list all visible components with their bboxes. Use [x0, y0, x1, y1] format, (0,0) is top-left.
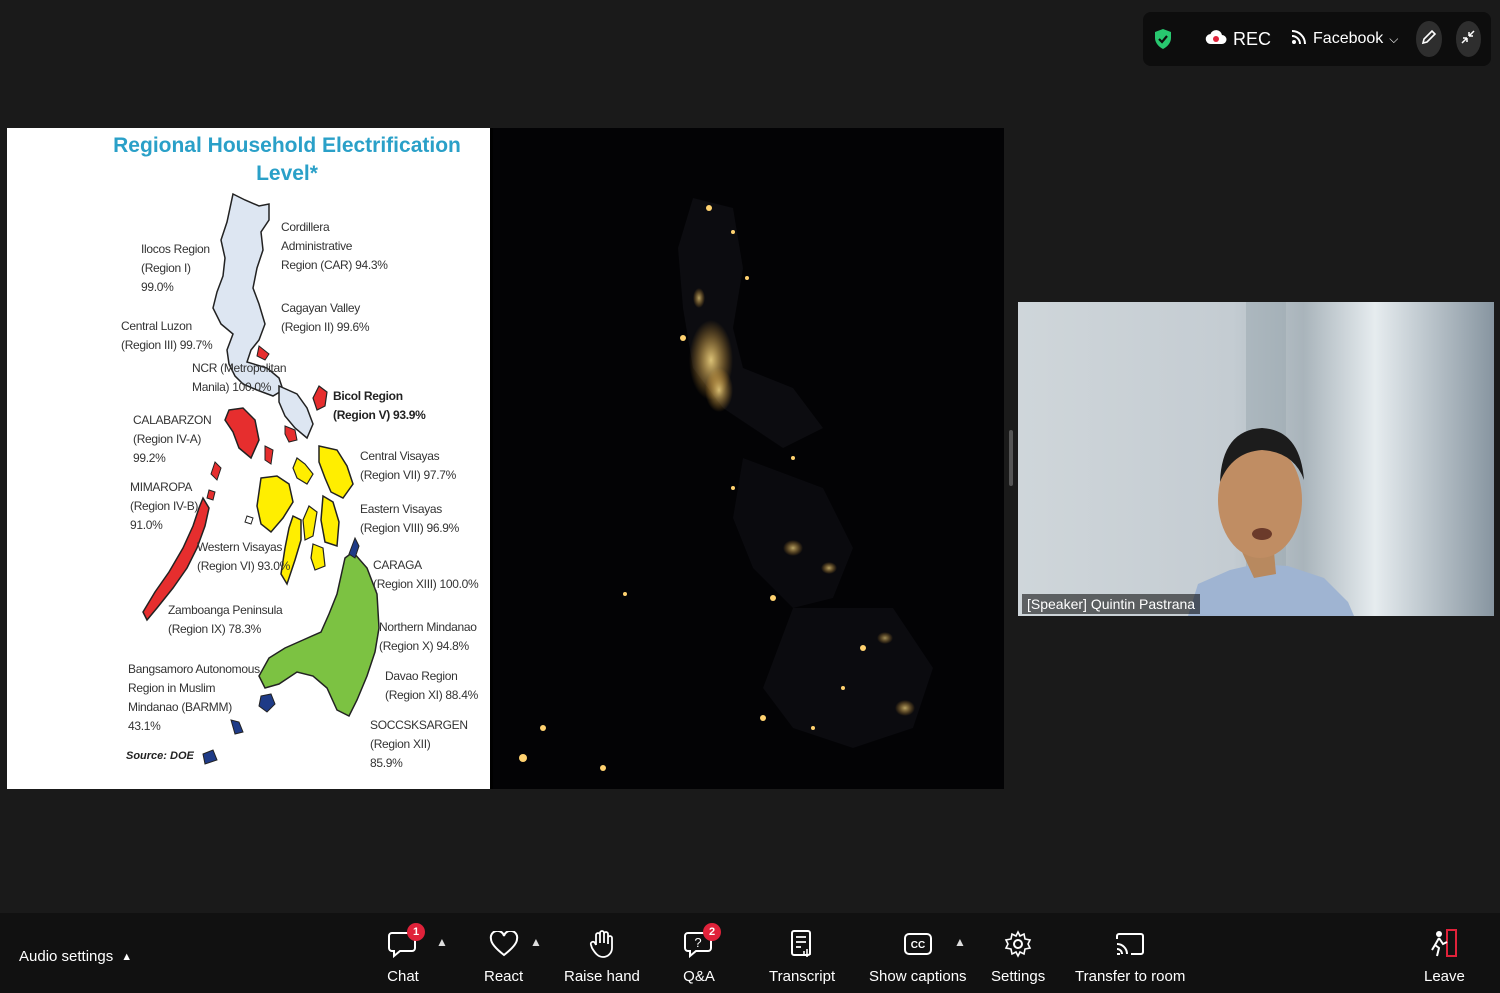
- raise-hand-button[interactable]: Raise hand: [564, 927, 640, 985]
- hand-icon: [584, 927, 620, 961]
- broadcast-icon: [1291, 29, 1307, 50]
- gear-icon: [1000, 927, 1036, 961]
- pen-annotate-icon: [1420, 28, 1438, 51]
- settings-button[interactable]: Settings: [991, 927, 1045, 985]
- night-lights-satellite-image: [493, 128, 1004, 789]
- chat-options-caret[interactable]: ▲: [436, 935, 448, 949]
- collapse-icon: [1460, 29, 1476, 50]
- region-label-western-visayas: Western Visayas (Region VI) 93.0%: [197, 540, 290, 573]
- participant-name-tag: [Speaker] Quintin Pastrana: [1022, 594, 1201, 614]
- captions-label: Show captions: [869, 968, 967, 985]
- captions-icon: CC: [900, 927, 936, 961]
- meeting-toolbar: Audio settings ▲ 1 Chat ▲ React ▲ Raise …: [0, 913, 1500, 993]
- audio-settings-label: Audio settings: [19, 948, 114, 965]
- settings-label: Settings: [991, 968, 1046, 985]
- live-stream-dropdown[interactable]: Facebook ⌵: [1291, 29, 1398, 50]
- region-label-mimaropa: MIMAROPA (Region IV-B) 91.0%: [130, 480, 199, 532]
- speaker-figure: [1188, 302, 1354, 616]
- chat-icon: 1: [385, 923, 425, 961]
- qa-button[interactable]: ? 2 Q&A: [681, 923, 721, 985]
- react-options-caret[interactable]: ▲: [530, 935, 542, 949]
- region-label-cagayan: Cagayan Valley (Region II) 99.6%: [281, 301, 370, 334]
- region-label-soccsksargen: SOCCSKSARGEN (Region XII) 85.9%: [370, 718, 468, 770]
- chat-badge: 1: [407, 923, 425, 941]
- chat-label: Chat: [387, 968, 419, 985]
- region-label-northern-mindanao: Northern Mindanao (Region X) 94.8%: [379, 620, 477, 653]
- transcript-button[interactable]: Transcript: [769, 927, 835, 985]
- heart-icon: [486, 927, 522, 961]
- panel-resize-handle[interactable]: [1009, 430, 1013, 486]
- svg-text:CC: CC: [911, 940, 925, 951]
- region-label-bicol: Bicol Region (Region V) 93.9%: [333, 389, 426, 422]
- exit-door-icon: [1426, 927, 1462, 961]
- chevron-up-icon: ▲: [121, 950, 133, 963]
- transfer-to-room-button[interactable]: Transfer to room: [1075, 927, 1185, 985]
- react-label: React: [484, 968, 524, 985]
- transfer-label: Transfer to room: [1075, 968, 1186, 985]
- region-label-central-visayas: Central Visayas (Region VII) 97.7%: [360, 449, 456, 482]
- transcript-icon: [784, 927, 820, 961]
- audio-settings-button[interactable]: Audio settings ▲: [19, 948, 132, 965]
- recording-label: REC: [1233, 28, 1272, 49]
- region-label-car: Cordillera Administrative Region (CAR) 9…: [281, 220, 388, 272]
- question-icon: ? 2: [681, 923, 721, 961]
- recording-indicator[interactable]: REC: [1205, 29, 1271, 50]
- chat-button[interactable]: 1 Chat: [385, 923, 425, 985]
- cast-icon: [1112, 927, 1148, 961]
- qa-label: Q&A: [683, 968, 715, 985]
- live-stream-label: Facebook: [1313, 30, 1384, 47]
- night-lights-map: [519, 198, 933, 771]
- show-captions-button[interactable]: CC Show captions: [869, 927, 967, 985]
- transcript-label: Transcript: [769, 968, 836, 985]
- region-label-central-luzon: Central Luzon (Region III) 99.7%: [121, 319, 213, 352]
- shared-screen[interactable]: Regional Household Electrification Level…: [7, 128, 1004, 789]
- shield-check-icon[interactable]: [1153, 26, 1173, 52]
- region-label-ilocos: Ilocos Region (Region I) 99.0%: [141, 242, 210, 294]
- react-button[interactable]: React: [484, 927, 523, 985]
- slide-source: Source: DOE: [126, 750, 194, 762]
- annotate-button[interactable]: [1416, 21, 1442, 57]
- svg-text:?: ?: [694, 935, 701, 950]
- raise-hand-label: Raise hand: [564, 968, 640, 985]
- chevron-down-icon: ⌵: [1389, 31, 1399, 46]
- leave-label: Leave: [1424, 968, 1465, 985]
- speaker-video-tile[interactable]: [Speaker] Quintin Pastrana: [1018, 302, 1494, 616]
- region-label-barmm: Bangsamoro Autonomous Region in Muslim M…: [128, 662, 260, 733]
- meeting-status-bar: REC Facebook ⌵: [1143, 12, 1491, 66]
- region-label-caraga: CARAGA (Region XIII) 100.0%: [373, 558, 479, 591]
- region-label-davao: Davao Region (Region XI) 88.4%: [385, 669, 478, 702]
- qa-badge: 2: [703, 923, 721, 941]
- cloud-record-icon: [1205, 29, 1227, 50]
- region-label-calabarzon: CALABARZON (Region IV-A) 99.2%: [133, 413, 212, 465]
- captions-options-caret[interactable]: ▲: [954, 935, 966, 949]
- region-label-zamboanga: Zamboanga Peninsula (Region IX) 78.3%: [168, 603, 283, 636]
- region-label-eastern-visayas: Eastern Visayas (Region VIII) 96.9%: [360, 502, 460, 535]
- minimize-view-button[interactable]: [1455, 21, 1481, 57]
- electrification-slide: Regional Household Electrification Level…: [7, 128, 490, 789]
- leave-button[interactable]: Leave: [1424, 927, 1465, 985]
- region-label-ncr: NCR (Metropolitan Manila) 100.0%: [192, 361, 287, 394]
